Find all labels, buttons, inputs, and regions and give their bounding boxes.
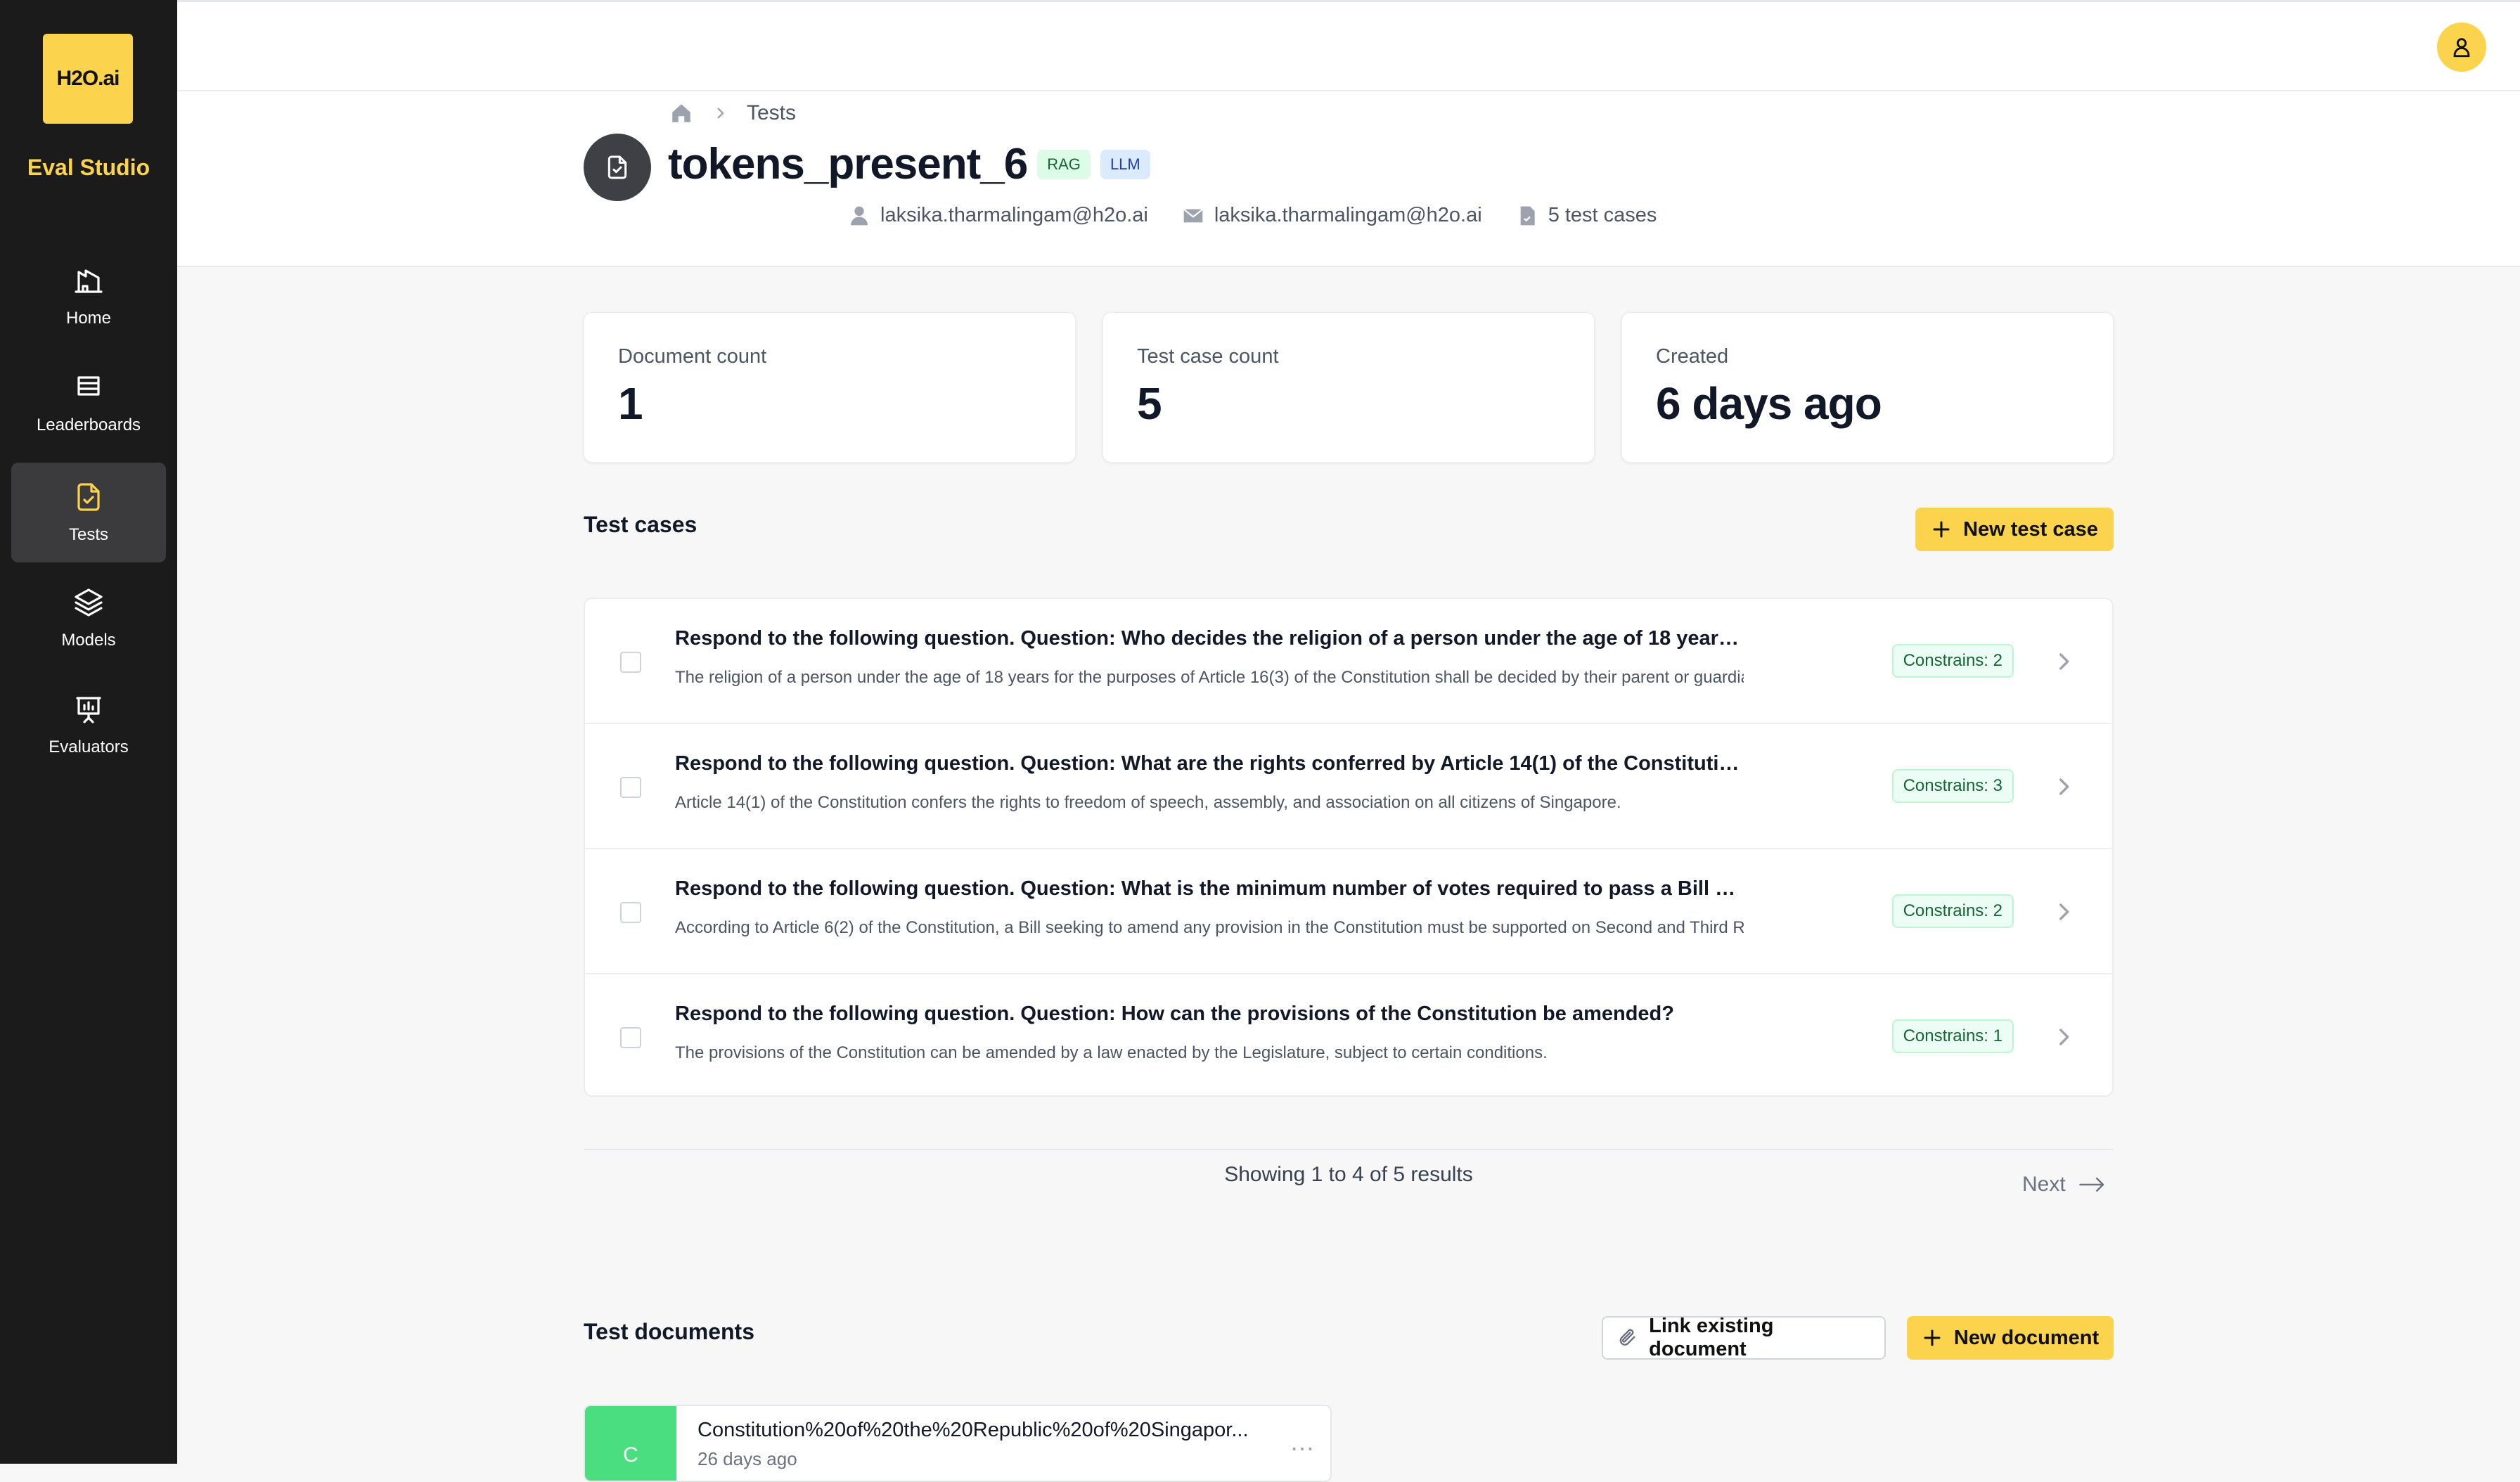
test-case-question: Respond to the following question. Quest… (675, 752, 1744, 775)
test-case-answer: The religion of a person under the age o… (675, 668, 1744, 687)
meta-row: laksika.tharmalingam@h2o.ai laksika.thar… (848, 204, 1690, 227)
chevron-right-icon (717, 108, 724, 119)
page-title: tokens_present_6 (668, 140, 1028, 188)
chevron-right-icon[interactable] (2052, 650, 2076, 674)
sidebar-item-home[interactable]: Home (11, 246, 166, 346)
test-documents-heading: Test documents (584, 1319, 754, 1344)
row-checkbox[interactable] (620, 902, 641, 923)
document-card[interactable]: C Constitution%20of%20the%20Republic%20o… (584, 1405, 1332, 1482)
test-case-answer: According to Article 6(2) of the Constit… (675, 918, 1744, 937)
test-case-row[interactable]: Respond to the following question. Quest… (585, 974, 2112, 1095)
link-existing-document-button[interactable]: Link existing document (1602, 1315, 1886, 1360)
sidebar-item-label: Models (61, 631, 116, 650)
button-label: New document (1953, 1326, 2100, 1349)
layers-icon (75, 588, 103, 617)
home-icon (75, 269, 103, 293)
email-meta: laksika.tharmalingam@h2o.ai (1182, 204, 1482, 227)
chevron-right-icon[interactable] (2052, 1025, 2076, 1049)
pagination-divider (584, 1149, 2114, 1150)
test-case-list: Respond to the following question. Quest… (584, 598, 2114, 1097)
stat-value: 1 (618, 378, 643, 429)
tag-llm: LLM (1100, 149, 1150, 179)
stat-value: 5 (1137, 378, 1162, 429)
test-case-count-text: 5 test cases (1548, 204, 1657, 226)
constraints-badge: Constrains: 2 (1891, 894, 2014, 928)
chevron-right-icon[interactable] (2052, 900, 2076, 924)
sidebar-item-tests[interactable]: Tests (11, 463, 166, 562)
email-text: laksika.tharmalingam@h2o.ai (1214, 204, 1482, 226)
breadcrumb-current[interactable]: Tests (747, 101, 796, 125)
row-checkbox[interactable] (620, 652, 641, 673)
top-bar (177, 0, 2520, 91)
sidebar-item-leaderboards[interactable]: Leaderboards (11, 353, 166, 453)
test-case-answer: Article 14(1) of the Constitution confer… (675, 793, 1621, 812)
test-cases-heading: Test cases (584, 512, 698, 537)
created-card: Created 6 days ago (1621, 312, 2114, 463)
title-row: tokens_present_6 RAG LLM (668, 139, 1150, 189)
sidebar-item-label: Tests (68, 525, 108, 544)
stat-value: 6 days ago (1656, 378, 1882, 429)
evaluators-icon (76, 697, 101, 723)
row-checkbox[interactable] (620, 1027, 641, 1048)
document-count-card: Document count 1 (584, 312, 1076, 463)
document-name[interactable]: Constitution%20of%20the%20Republic%20of%… (698, 1419, 1249, 1442)
stat-label: Document count (618, 345, 767, 368)
test-case-count-meta: 5 test cases (1516, 204, 1657, 227)
page-header: Tests tokens_present_6 RAG LLM laksika.t… (177, 91, 2520, 267)
tag-rag: RAG (1037, 149, 1091, 179)
test-case-question: Respond to the following question. Quest… (675, 877, 1744, 900)
arrow-right-icon (2078, 1178, 2104, 1192)
sidebar: H2O.ai Eval Studio Home Leaderboards Tes… (0, 0, 177, 1464)
test-document-icon (584, 134, 651, 201)
user-icon (2453, 38, 2470, 58)
user-avatar[interactable] (2437, 22, 2486, 72)
next-label: Next (2022, 1173, 2066, 1196)
h2o-logo[interactable]: H2O.ai (43, 34, 133, 124)
row-checkbox[interactable] (620, 777, 641, 798)
sidebar-item-evaluators[interactable]: Evaluators (11, 675, 166, 775)
plus-icon (1933, 521, 1950, 538)
test-case-question: Respond to the following question. Quest… (675, 627, 1744, 650)
app-name: Eval Studio (27, 155, 150, 180)
test-case-row[interactable]: Respond to the following question. Quest… (585, 849, 2112, 974)
chevron-right-icon[interactable] (2052, 775, 2076, 799)
owner-meta: laksika.tharmalingam@h2o.ai (848, 204, 1148, 227)
plus-icon (1924, 1329, 1941, 1346)
tests-icon (77, 483, 100, 511)
test-case-row[interactable]: Respond to the following question. Quest… (585, 724, 2112, 849)
constraints-badge: Constrains: 1 (1891, 1019, 2014, 1053)
person-icon (851, 206, 868, 225)
test-case-question: Respond to the following question. Quest… (675, 1003, 1674, 1025)
sidebar-item-label: Evaluators (49, 737, 129, 756)
sidebar-item-models[interactable]: Models (11, 568, 166, 668)
test-case-count-card: Test case count 5 (1102, 312, 1595, 463)
sidebar-item-label: Leaderboards (36, 415, 141, 434)
home-breadcrumb-icon[interactable] (669, 101, 693, 125)
constraints-badge: Constrains: 2 (1891, 644, 2014, 678)
leaderboard-icon (77, 376, 100, 396)
test-case-answer: The provisions of the Constitution can b… (675, 1043, 1548, 1062)
button-label: New test case (1963, 517, 2098, 541)
document-date: 26 days ago (698, 1448, 797, 1469)
stat-label: Created (1656, 345, 1729, 368)
sidebar-item-label: Home (65, 309, 112, 328)
button-label: Link existing document (1649, 1315, 1774, 1360)
next-page-button[interactable]: Next (2022, 1173, 2107, 1197)
document-thumbnail: C (585, 1406, 676, 1481)
new-document-button[interactable]: New document (1907, 1316, 2114, 1360)
document-icon (1520, 206, 1535, 225)
more-options-icon[interactable]: … (1290, 1427, 1316, 1457)
paperclip-icon (1619, 1329, 1635, 1346)
owner-text: laksika.tharmalingam@h2o.ai (880, 204, 1148, 226)
constraints-badge: Constrains: 3 (1891, 769, 2014, 803)
pagination-summary: Showing 1 to 4 of 5 results (1224, 1163, 1473, 1186)
new-test-case-button[interactable]: New test case (1915, 508, 2114, 551)
test-case-row[interactable]: Respond to the following question. Quest… (585, 599, 2112, 724)
stat-label: Test case count (1137, 345, 1279, 368)
mail-icon (1183, 208, 1203, 222)
breadcrumb: Tests (669, 101, 796, 125)
